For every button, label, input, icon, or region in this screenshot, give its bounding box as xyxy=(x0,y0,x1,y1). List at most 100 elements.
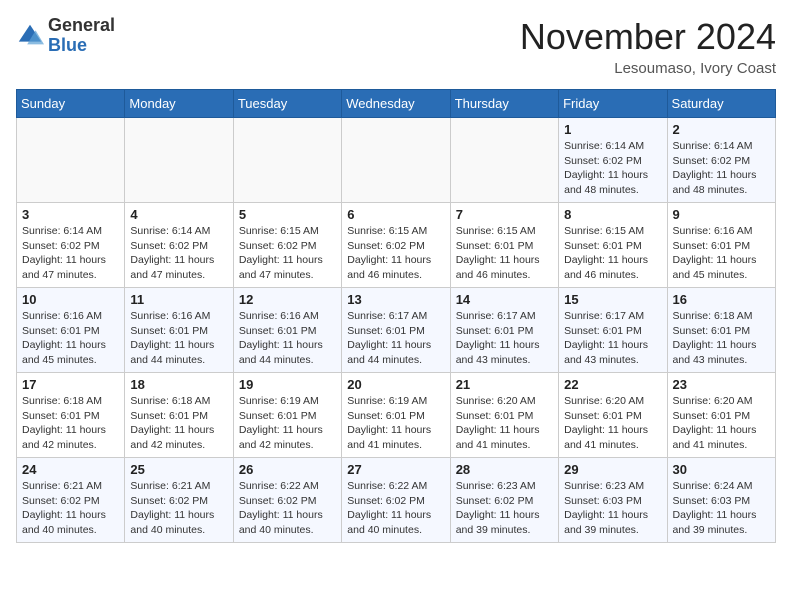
calendar-cell: 2 Sunrise: 6:14 AMSunset: 6:02 PMDaylight… xyxy=(667,118,775,203)
calendar-cell: 15 Sunrise: 6:17 AMSunset: 6:01 PMDayligh… xyxy=(559,288,667,373)
day-number: 6 xyxy=(347,207,444,222)
calendar-cell: 27 Sunrise: 6:22 AMSunset: 6:02 PMDayligh… xyxy=(342,458,450,543)
weekday-header-sunday: Sunday xyxy=(17,90,125,118)
calendar-cell: 29 Sunrise: 6:23 AMSunset: 6:03 PMDayligh… xyxy=(559,458,667,543)
day-number: 28 xyxy=(456,462,553,477)
day-number: 30 xyxy=(673,462,770,477)
day-number: 25 xyxy=(130,462,227,477)
weekday-header-saturday: Saturday xyxy=(667,90,775,118)
calendar-cell xyxy=(125,118,233,203)
day-info: Sunrise: 6:14 AMSunset: 6:02 PMDaylight:… xyxy=(673,139,770,198)
day-info: Sunrise: 6:15 AMSunset: 6:01 PMDaylight:… xyxy=(456,224,553,283)
day-info: Sunrise: 6:18 AMSunset: 6:01 PMDaylight:… xyxy=(673,309,770,368)
weekday-header-thursday: Thursday xyxy=(450,90,558,118)
day-number: 20 xyxy=(347,377,444,392)
calendar-cell: 23 Sunrise: 6:20 AMSunset: 6:01 PMDayligh… xyxy=(667,373,775,458)
calendar-cell: 30 Sunrise: 6:24 AMSunset: 6:03 PMDayligh… xyxy=(667,458,775,543)
day-info: Sunrise: 6:22 AMSunset: 6:02 PMDaylight:… xyxy=(347,479,444,538)
day-number: 29 xyxy=(564,462,661,477)
calendar-cell: 16 Sunrise: 6:18 AMSunset: 6:01 PMDayligh… xyxy=(667,288,775,373)
day-info: Sunrise: 6:16 AMSunset: 6:01 PMDaylight:… xyxy=(22,309,119,368)
calendar-cell xyxy=(342,118,450,203)
calendar-cell: 21 Sunrise: 6:20 AMSunset: 6:01 PMDayligh… xyxy=(450,373,558,458)
day-number: 16 xyxy=(673,292,770,307)
day-number: 19 xyxy=(239,377,336,392)
day-info: Sunrise: 6:23 AMSunset: 6:03 PMDaylight:… xyxy=(564,479,661,538)
calendar-cell: 20 Sunrise: 6:19 AMSunset: 6:01 PMDayligh… xyxy=(342,373,450,458)
day-number: 4 xyxy=(130,207,227,222)
day-number: 24 xyxy=(22,462,119,477)
day-info: Sunrise: 6:16 AMSunset: 6:01 PMDaylight:… xyxy=(130,309,227,368)
day-info: Sunrise: 6:24 AMSunset: 6:03 PMDaylight:… xyxy=(673,479,770,538)
weekday-header-monday: Monday xyxy=(125,90,233,118)
day-number: 8 xyxy=(564,207,661,222)
calendar-cell: 12 Sunrise: 6:16 AMSunset: 6:01 PMDayligh… xyxy=(233,288,341,373)
day-info: Sunrise: 6:14 AMSunset: 6:02 PMDaylight:… xyxy=(22,224,119,283)
day-number: 18 xyxy=(130,377,227,392)
day-number: 23 xyxy=(673,377,770,392)
day-info: Sunrise: 6:20 AMSunset: 6:01 PMDaylight:… xyxy=(456,394,553,453)
calendar-cell: 8 Sunrise: 6:15 AMSunset: 6:01 PMDaylight… xyxy=(559,203,667,288)
day-number: 2 xyxy=(673,122,770,137)
day-number: 27 xyxy=(347,462,444,477)
calendar-table: SundayMondayTuesdayWednesdayThursdayFrid… xyxy=(16,89,776,543)
calendar-cell xyxy=(450,118,558,203)
day-number: 26 xyxy=(239,462,336,477)
title-block: November 2024 Lesoumaso, Ivory Coast xyxy=(520,16,776,77)
day-info: Sunrise: 6:23 AMSunset: 6:02 PMDaylight:… xyxy=(456,479,553,538)
calendar-cell: 19 Sunrise: 6:19 AMSunset: 6:01 PMDayligh… xyxy=(233,373,341,458)
logo-icon xyxy=(16,22,44,50)
calendar-cell: 5Sunrise: 6:15 AMSunset: 6:02 PMDaylight… xyxy=(233,203,341,288)
calendar-week-2: 3 Sunrise: 6:14 AMSunset: 6:02 PMDaylight… xyxy=(17,203,776,288)
logo: General Blue xyxy=(16,16,115,56)
day-number: 15 xyxy=(564,292,661,307)
weekday-header-wednesday: Wednesday xyxy=(342,90,450,118)
calendar-cell: 10 Sunrise: 6:16 AMSunset: 6:01 PMDayligh… xyxy=(17,288,125,373)
day-number: 9 xyxy=(673,207,770,222)
calendar-week-1: 1Sunrise: 6:14 AMSunset: 6:02 PMDaylight… xyxy=(17,118,776,203)
calendar-cell: 11Sunrise: 6:16 AMSunset: 6:01 PMDayligh… xyxy=(125,288,233,373)
day-info: Sunrise: 6:21 AMSunset: 6:02 PMDaylight:… xyxy=(22,479,119,538)
day-info: Sunrise: 6:17 AMSunset: 6:01 PMDaylight:… xyxy=(564,309,661,368)
weekday-header-tuesday: Tuesday xyxy=(233,90,341,118)
calendar-cell xyxy=(233,118,341,203)
calendar-cell: 7 Sunrise: 6:15 AMSunset: 6:01 PMDaylight… xyxy=(450,203,558,288)
day-info: Sunrise: 6:14 AMSunset: 6:02 PMDaylight:… xyxy=(130,224,227,283)
logo-general-text: General xyxy=(48,15,115,35)
weekday-header-row: SundayMondayTuesdayWednesdayThursdayFrid… xyxy=(17,90,776,118)
day-number: 10 xyxy=(22,292,119,307)
day-number: 13 xyxy=(347,292,444,307)
calendar-cell: 26 Sunrise: 6:22 AMSunset: 6:02 PMDayligh… xyxy=(233,458,341,543)
day-info: Sunrise: 6:16 AMSunset: 6:01 PMDaylight:… xyxy=(673,224,770,283)
day-number: 21 xyxy=(456,377,553,392)
calendar-cell: 1Sunrise: 6:14 AMSunset: 6:02 PMDaylight… xyxy=(559,118,667,203)
calendar-cell: 6 Sunrise: 6:15 AMSunset: 6:02 PMDaylight… xyxy=(342,203,450,288)
day-number: 3 xyxy=(22,207,119,222)
calendar-cell xyxy=(17,118,125,203)
day-info: Sunrise: 6:18 AMSunset: 6:01 PMDaylight:… xyxy=(22,394,119,453)
day-info: Sunrise: 6:18 AMSunset: 6:01 PMDaylight:… xyxy=(130,394,227,453)
calendar-cell: 18 Sunrise: 6:18 AMSunset: 6:01 PMDayligh… xyxy=(125,373,233,458)
day-info: Sunrise: 6:20 AMSunset: 6:01 PMDaylight:… xyxy=(673,394,770,453)
day-info: Sunrise: 6:17 AMSunset: 6:01 PMDaylight:… xyxy=(456,309,553,368)
calendar-cell: 24 Sunrise: 6:21 AMSunset: 6:02 PMDayligh… xyxy=(17,458,125,543)
day-info: Sunrise: 6:15 AMSunset: 6:02 PMDaylight:… xyxy=(347,224,444,283)
day-info: Sunrise: 6:19 AMSunset: 6:01 PMDaylight:… xyxy=(239,394,336,453)
calendar-cell: 25Sunrise: 6:21 AMSunset: 6:02 PMDayligh… xyxy=(125,458,233,543)
location: Lesoumaso, Ivory Coast xyxy=(520,60,776,77)
day-number: 5 xyxy=(239,207,336,222)
day-info: Sunrise: 6:15 AMSunset: 6:01 PMDaylight:… xyxy=(564,224,661,283)
day-info: Sunrise: 6:19 AMSunset: 6:01 PMDaylight:… xyxy=(347,394,444,453)
weekday-header-friday: Friday xyxy=(559,90,667,118)
month-year: November 2024 xyxy=(520,16,776,58)
day-info: Sunrise: 6:14 AMSunset: 6:02 PMDaylight:… xyxy=(564,139,661,198)
day-number: 12 xyxy=(239,292,336,307)
calendar-week-4: 17Sunrise: 6:18 AMSunset: 6:01 PMDayligh… xyxy=(17,373,776,458)
day-info: Sunrise: 6:17 AMSunset: 6:01 PMDaylight:… xyxy=(347,309,444,368)
day-info: Sunrise: 6:22 AMSunset: 6:02 PMDaylight:… xyxy=(239,479,336,538)
day-info: Sunrise: 6:16 AMSunset: 6:01 PMDaylight:… xyxy=(239,309,336,368)
calendar-cell: 28 Sunrise: 6:23 AMSunset: 6:02 PMDayligh… xyxy=(450,458,558,543)
calendar-cell: 22Sunrise: 6:20 AMSunset: 6:01 PMDayligh… xyxy=(559,373,667,458)
day-number: 7 xyxy=(456,207,553,222)
calendar-cell: 17Sunrise: 6:18 AMSunset: 6:01 PMDayligh… xyxy=(17,373,125,458)
